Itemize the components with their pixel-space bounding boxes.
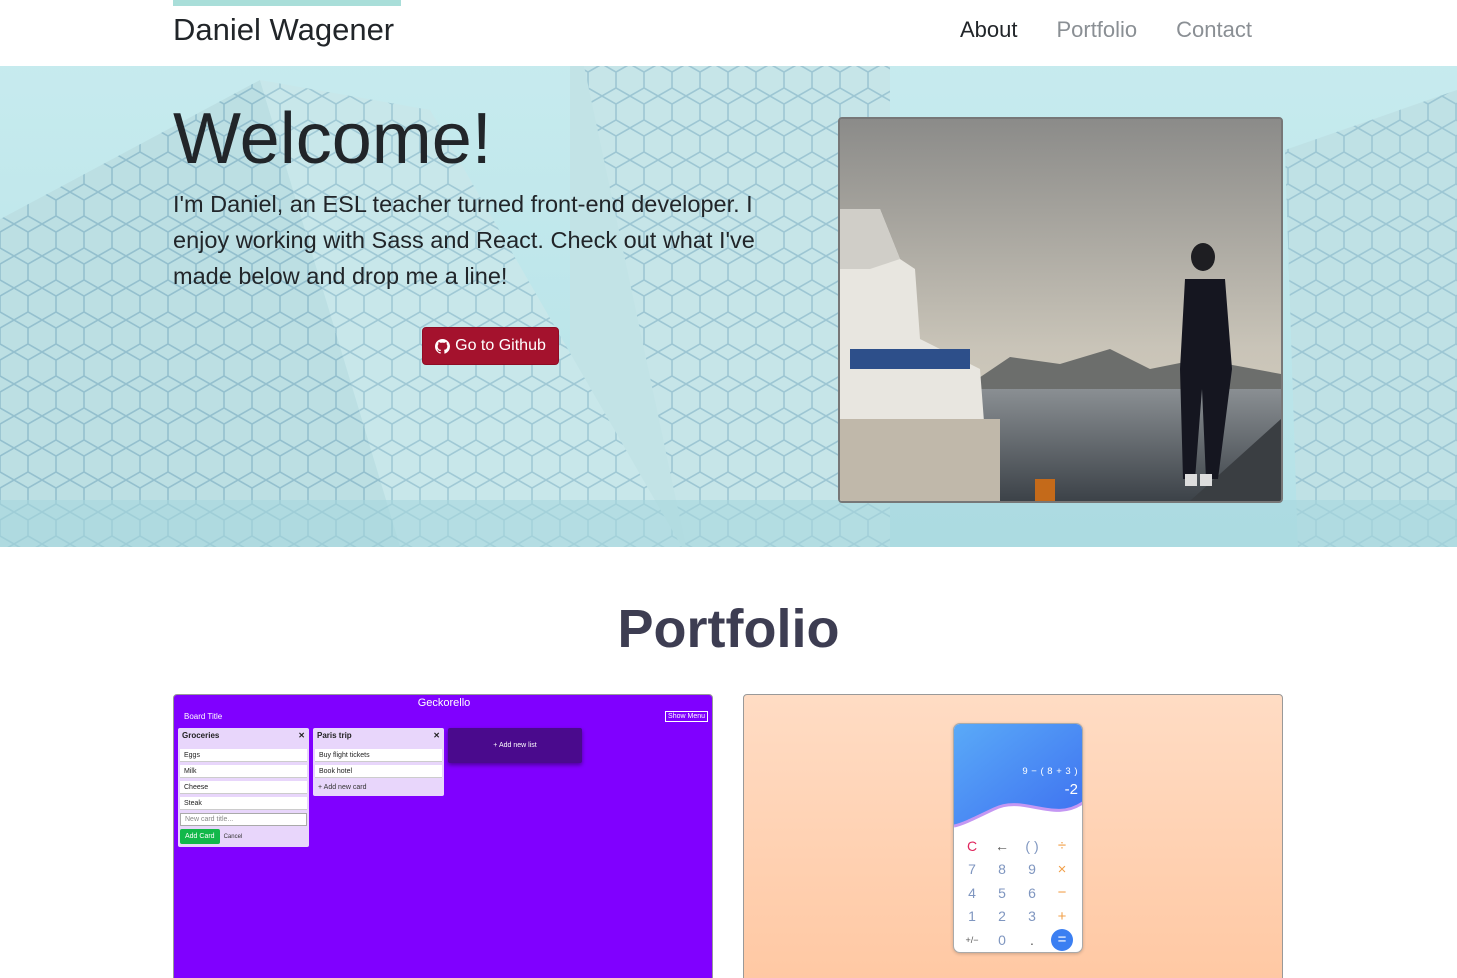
github-icon bbox=[435, 338, 451, 354]
calc-key-minus: − bbox=[1057, 884, 1067, 902]
calc-key-5: 5 bbox=[998, 884, 1006, 901]
geckorello-app-title: Geckorello bbox=[417, 697, 471, 709]
list-header: Paris trip ✕ bbox=[315, 731, 442, 746]
calc-key-clear: C bbox=[966, 837, 978, 854]
calc-key-equals-cell: = bbox=[1047, 928, 1077, 952]
calc-key-equals: = bbox=[1051, 928, 1073, 951]
calculator-result: -2 bbox=[1064, 781, 1078, 798]
calculator-display-background bbox=[954, 724, 1082, 828]
calc-key-4: 4 bbox=[968, 884, 976, 901]
geckorello-project-card[interactable]: Geckorello Board Title Show Menu Groceri… bbox=[173, 694, 713, 978]
brand-name[interactable]: Daniel Wagener bbox=[173, 12, 394, 48]
geckorello-board-title: Board Title bbox=[184, 712, 223, 721]
calculator-preview: 9 − ( 8 + 3 ) -2 C ← ( ) ÷ 7 8 9 × 4 5 6… bbox=[953, 723, 1083, 953]
list-card: Eggs bbox=[180, 749, 307, 762]
calc-key-decimal: . bbox=[1030, 931, 1034, 948]
calc-key-divide: ÷ bbox=[1057, 837, 1067, 855]
list-card: Steak bbox=[180, 797, 307, 810]
calc-key-8: 8 bbox=[998, 861, 1006, 878]
new-card-input: New card title... bbox=[180, 813, 307, 826]
plus-icon: + bbox=[318, 784, 323, 791]
cancel-link: Cancel bbox=[223, 833, 243, 840]
calc-key-parens: ( ) bbox=[1025, 837, 1039, 854]
navbar: Daniel Wagener About Portfolio Contact bbox=[0, 0, 1457, 66]
list-title: Groceries bbox=[182, 731, 220, 740]
hero-intro: I'm Daniel, an ESL teacher turned front-… bbox=[173, 191, 755, 289]
list-actions: Add Card Cancel bbox=[180, 829, 307, 844]
geckorello-list: Groceries ✕ Eggs Milk Cheese Steak New c… bbox=[178, 728, 309, 847]
nav-link-about[interactable]: About bbox=[960, 17, 1018, 43]
calc-key-0: 0 bbox=[998, 931, 1006, 948]
close-icon: ✕ bbox=[298, 731, 305, 740]
list-card: Buy flight tickets bbox=[315, 749, 442, 762]
calc-key-2: 2 bbox=[998, 908, 1006, 925]
brand-accent-bar bbox=[173, 0, 401, 6]
hero-section: Welcome! I'm Daniel, an ESL teacher turn… bbox=[0, 66, 1457, 547]
list-card: Book hotel bbox=[315, 765, 442, 778]
list-card: Cheese bbox=[180, 781, 307, 794]
calc-key-7: 7 bbox=[968, 861, 976, 878]
list-card: Milk bbox=[180, 765, 307, 778]
github-button-label: Go to Github bbox=[455, 337, 546, 354]
calculator-expression: 9 − ( 8 + 3 ) bbox=[1022, 766, 1078, 777]
calc-key-6: 6 bbox=[1028, 884, 1036, 901]
add-new-card: + Add new card bbox=[315, 778, 442, 793]
calculator-keypad: C ← ( ) ÷ 7 8 9 × 4 5 6 − 1 2 3 + +/− 0 … bbox=[954, 834, 1082, 952]
calc-key-backspace: ← bbox=[995, 837, 1009, 854]
add-new-card-label: Add new card bbox=[323, 784, 367, 791]
calc-key-1: 1 bbox=[968, 908, 976, 925]
list-header: Groceries ✕ bbox=[180, 731, 307, 746]
list-title: Paris trip bbox=[317, 731, 352, 740]
hero-title: Welcome! bbox=[173, 99, 492, 179]
calc-key-plus: + bbox=[1057, 907, 1067, 925]
nav-link-contact[interactable]: Contact bbox=[1176, 17, 1252, 43]
harbor-photo-image bbox=[840, 119, 1281, 501]
close-icon: ✕ bbox=[433, 731, 440, 740]
geckorello-show-menu: Show Menu bbox=[665, 711, 708, 722]
main-nav: About Portfolio Contact bbox=[960, 17, 1252, 43]
github-button[interactable]: Go to Github bbox=[422, 327, 559, 365]
calc-key-multiply: × bbox=[1057, 860, 1067, 878]
calc-key-negate: +/− bbox=[965, 934, 979, 945]
profile-photo bbox=[838, 117, 1283, 503]
nav-link-portfolio[interactable]: Portfolio bbox=[1056, 17, 1137, 43]
geckorello-list: Paris trip ✕ Buy flight tickets Book hot… bbox=[313, 728, 444, 796]
calc-key-3: 3 bbox=[1028, 908, 1036, 925]
calc-key-9: 9 bbox=[1028, 861, 1036, 878]
add-new-list: + Add new list bbox=[448, 728, 582, 763]
add-card-button: Add Card bbox=[180, 829, 220, 844]
portfolio-title: Portfolio bbox=[617, 599, 840, 659]
calculator-project-card[interactable]: 9 − ( 8 + 3 ) -2 C ← ( ) ÷ 7 8 9 × 4 5 6… bbox=[743, 694, 1283, 978]
